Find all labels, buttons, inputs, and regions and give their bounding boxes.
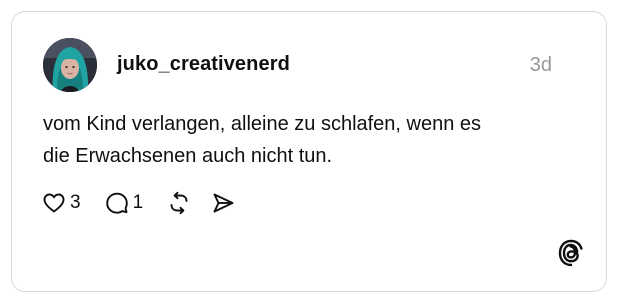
like-button[interactable]: 3 [42, 191, 81, 215]
post-timestamp: 3d [529, 54, 552, 76]
speech-bubble-icon [105, 191, 129, 215]
post-text-line: die Erwachsenen auch nicht tun. [43, 145, 333, 167]
reply-count: 1 [132, 192, 144, 213]
post-actions: 3 1 [42, 190, 235, 216]
repost-icon [167, 191, 191, 215]
reply-button[interactable]: 1 [105, 191, 144, 215]
heart-icon [42, 191, 66, 215]
post-text-line: vom Kind verlangen, alleine zu schlafen,… [43, 113, 482, 135]
share-button[interactable] [211, 191, 235, 215]
avatar-image [43, 38, 97, 92]
post-card: juko_creativenerd 3d vom Kind verlangen,… [11, 11, 607, 292]
like-count: 3 [70, 192, 81, 213]
username[interactable]: juko_creativenerd [117, 52, 290, 76]
threads-logo-icon[interactable] [558, 239, 584, 267]
post-text: vom Kind verlangen, alleine zu schlafen,… [43, 108, 563, 172]
avatar[interactable] [43, 38, 97, 92]
repost-button[interactable] [167, 191, 191, 215]
send-icon [211, 191, 235, 215]
